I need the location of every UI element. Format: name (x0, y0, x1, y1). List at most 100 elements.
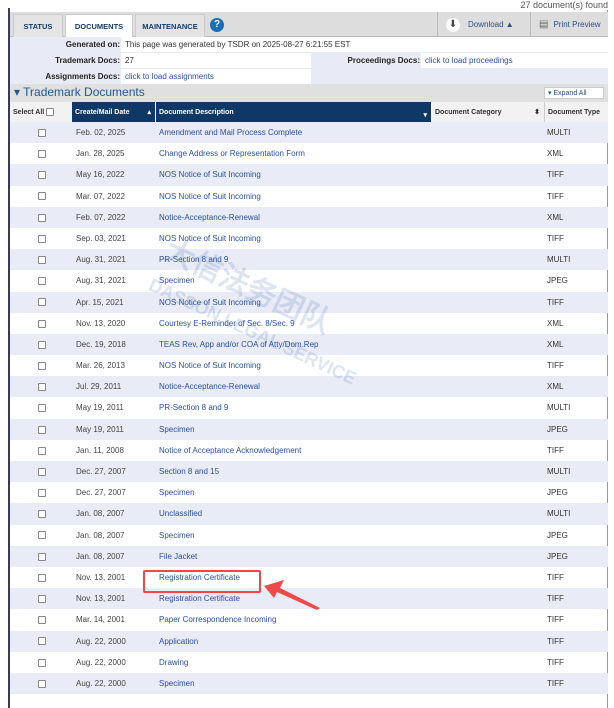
table-row: Jan. 08, 2007 Unclassified MULTI (10, 503, 608, 525)
row-checkbox[interactable] (38, 588, 46, 609)
table-row: Aug. 22, 2000 Drawing TIFF (10, 652, 608, 673)
row-type: JPEG (547, 551, 568, 561)
table-row: Sep. 03, 2021 NOS Notice of Suit Incomin… (10, 228, 608, 249)
document-link[interactable]: Courtesy E-Reminder of Sec. 8/Sec. 9 (159, 313, 295, 334)
row-date: Jan. 11, 2008 (76, 445, 124, 455)
table-row: Aug. 31, 2021 PR-Section 8 and 9 MULTI (10, 249, 608, 271)
document-link[interactable]: Specimen (159, 525, 195, 546)
row-type: TIFF (547, 657, 564, 667)
row-date: Mar. 14, 2001 (76, 615, 125, 625)
column-description[interactable]: Document Description ▾ (156, 102, 432, 123)
row-checkbox[interactable] (38, 609, 46, 630)
row-checkbox[interactable] (38, 334, 46, 355)
print-preview-button[interactable]: ▤ Print Preview (530, 12, 608, 37)
row-checkbox[interactable] (38, 419, 46, 440)
row-checkbox[interactable] (38, 186, 46, 207)
load-assignments-link[interactable]: click to load assignments (121, 69, 311, 84)
row-checkbox[interactable] (38, 440, 46, 461)
document-link[interactable]: Application (159, 631, 198, 652)
document-link[interactable]: Section 8 and 15 (159, 461, 219, 482)
tab-documents[interactable]: DOCUMENTS (65, 14, 133, 38)
table-row: Dec. 27, 2007 Section 8 and 15 MULTI (10, 461, 608, 483)
load-proceedings-link[interactable]: click to load proceedings (421, 53, 608, 68)
row-type: TIFF (547, 572, 564, 582)
expand-all-button[interactable]: ▾ Expand All (544, 87, 604, 99)
document-link[interactable]: PR-Section 8 and 9 (159, 397, 228, 418)
row-checkbox[interactable] (38, 503, 46, 524)
row-date: Jan. 08, 2007 (76, 530, 125, 540)
row-date: May 19, 2011 (76, 403, 124, 413)
row-checkbox[interactable] (38, 313, 46, 334)
document-link[interactable]: Change Address or Representation Form (159, 143, 305, 164)
document-link[interactable]: NOS Notice of Suit Incoming (159, 228, 261, 249)
document-link[interactable]: Drawing (159, 652, 188, 673)
row-checkbox[interactable] (38, 397, 46, 418)
document-link[interactable]: Notice of Acceptance Acknowledgement (159, 440, 301, 461)
row-checkbox[interactable] (38, 631, 46, 652)
table-row: Feb. 07, 2022 Notice-Acceptance-Renewal … (10, 206, 608, 228)
row-date: Mar. 07, 2022 (76, 191, 125, 201)
section-header[interactable]: ▾ Trademark Documents ▾ Expand All (10, 84, 608, 102)
documents-found-count: 27 document(s) found (518, 0, 610, 10)
row-checkbox[interactable] (38, 376, 46, 397)
row-checkbox[interactable] (38, 122, 46, 143)
column-category[interactable]: Document Category ⬍ (432, 102, 545, 123)
help-icon[interactable]: ? (210, 18, 224, 32)
row-checkbox[interactable] (38, 525, 46, 546)
row-checkbox[interactable] (38, 482, 46, 503)
assignments-docs-label: Assignments Docs: (45, 72, 120, 81)
download-icon: ⬇ (446, 17, 460, 32)
document-link[interactable]: PR-Section 8 and 9 (159, 249, 228, 270)
document-link[interactable]: TEAS Rev, App and/or COA of Atty/Dom.Rep (159, 334, 318, 355)
row-type: XML (547, 149, 564, 159)
download-label: Download ▲ (468, 20, 514, 29)
tab-bar: STATUS DOCUMENTS MAINTENANCE ? ⬇ Download… (10, 12, 608, 38)
select-all-checkbox[interactable] (46, 108, 55, 117)
row-checkbox[interactable] (38, 673, 46, 694)
row-checkbox[interactable] (38, 292, 46, 313)
row-checkbox[interactable] (38, 249, 46, 270)
proceedings-docs-label: Proceedings Docs: (347, 56, 420, 65)
document-link[interactable]: Specimen (159, 419, 195, 440)
document-link[interactable]: NOS Notice of Suit Incoming (159, 186, 261, 207)
document-link[interactable]: Specimen (159, 673, 195, 694)
row-type: XML (547, 318, 564, 328)
row-checkbox[interactable] (38, 164, 46, 185)
trademark-docs-count: 27 (121, 53, 311, 68)
document-link[interactable]: Specimen (159, 270, 195, 291)
row-checkbox[interactable] (38, 228, 46, 249)
table-row: Mar. 14, 2001 Paper Correspondence Incom… (10, 609, 608, 630)
row-checkbox[interactable] (38, 143, 46, 164)
tab-maintenance[interactable]: MAINTENANCE (135, 14, 205, 37)
column-date[interactable]: Create/Mail Date ▴ (72, 102, 156, 123)
select-all[interactable]: Select All (10, 102, 72, 123)
document-link[interactable]: NOS Notice of Suit Incoming (159, 164, 261, 185)
document-link[interactable]: Amendment and Mail Process Complete (159, 122, 302, 143)
row-date: Nov. 13, 2020 (76, 318, 126, 328)
row-checkbox[interactable] (38, 355, 46, 376)
row-date: Jan. 08, 2007 (76, 551, 125, 561)
document-link[interactable]: Specimen (159, 482, 195, 503)
row-date: Aug. 22, 2000 (76, 657, 126, 667)
document-link[interactable]: File Jacket (159, 546, 197, 567)
document-link[interactable]: Unclassified (159, 503, 202, 524)
row-type: TIFF (547, 678, 564, 688)
generated-value: This page was generated by TSDR on 2025-… (121, 37, 608, 52)
tab-status[interactable]: STATUS (13, 14, 63, 37)
row-checkbox[interactable] (38, 652, 46, 673)
document-link[interactable]: Paper Correspondence Incoming (159, 609, 276, 630)
row-date: Mar. 26, 2013 (76, 361, 125, 371)
highlight-box (143, 570, 261, 593)
document-link[interactable]: NOS Notice of Suit Incoming (159, 292, 261, 313)
column-type[interactable]: Document Type (545, 102, 608, 123)
row-checkbox[interactable] (38, 461, 46, 482)
row-checkbox[interactable] (38, 207, 46, 228)
document-link[interactable]: Notice-Acceptance-Renewal (159, 376, 260, 397)
document-link[interactable]: NOS Notice of Suit Incoming (159, 355, 261, 376)
row-checkbox[interactable] (38, 270, 46, 291)
row-checkbox[interactable] (38, 567, 46, 588)
download-button[interactable]: ⬇ Download ▲ (437, 12, 529, 37)
row-date: Nov. 13, 2001 (76, 594, 126, 604)
row-checkbox[interactable] (38, 546, 46, 567)
document-link[interactable]: Notice-Acceptance-Renewal (159, 207, 260, 228)
